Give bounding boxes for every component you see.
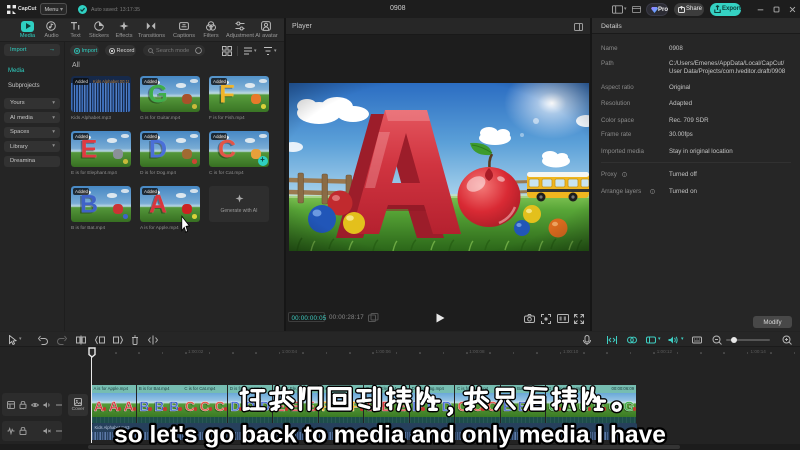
svg-text:so let's go back to media and: so let's go back to media and only media… <box>114 422 666 449</box>
